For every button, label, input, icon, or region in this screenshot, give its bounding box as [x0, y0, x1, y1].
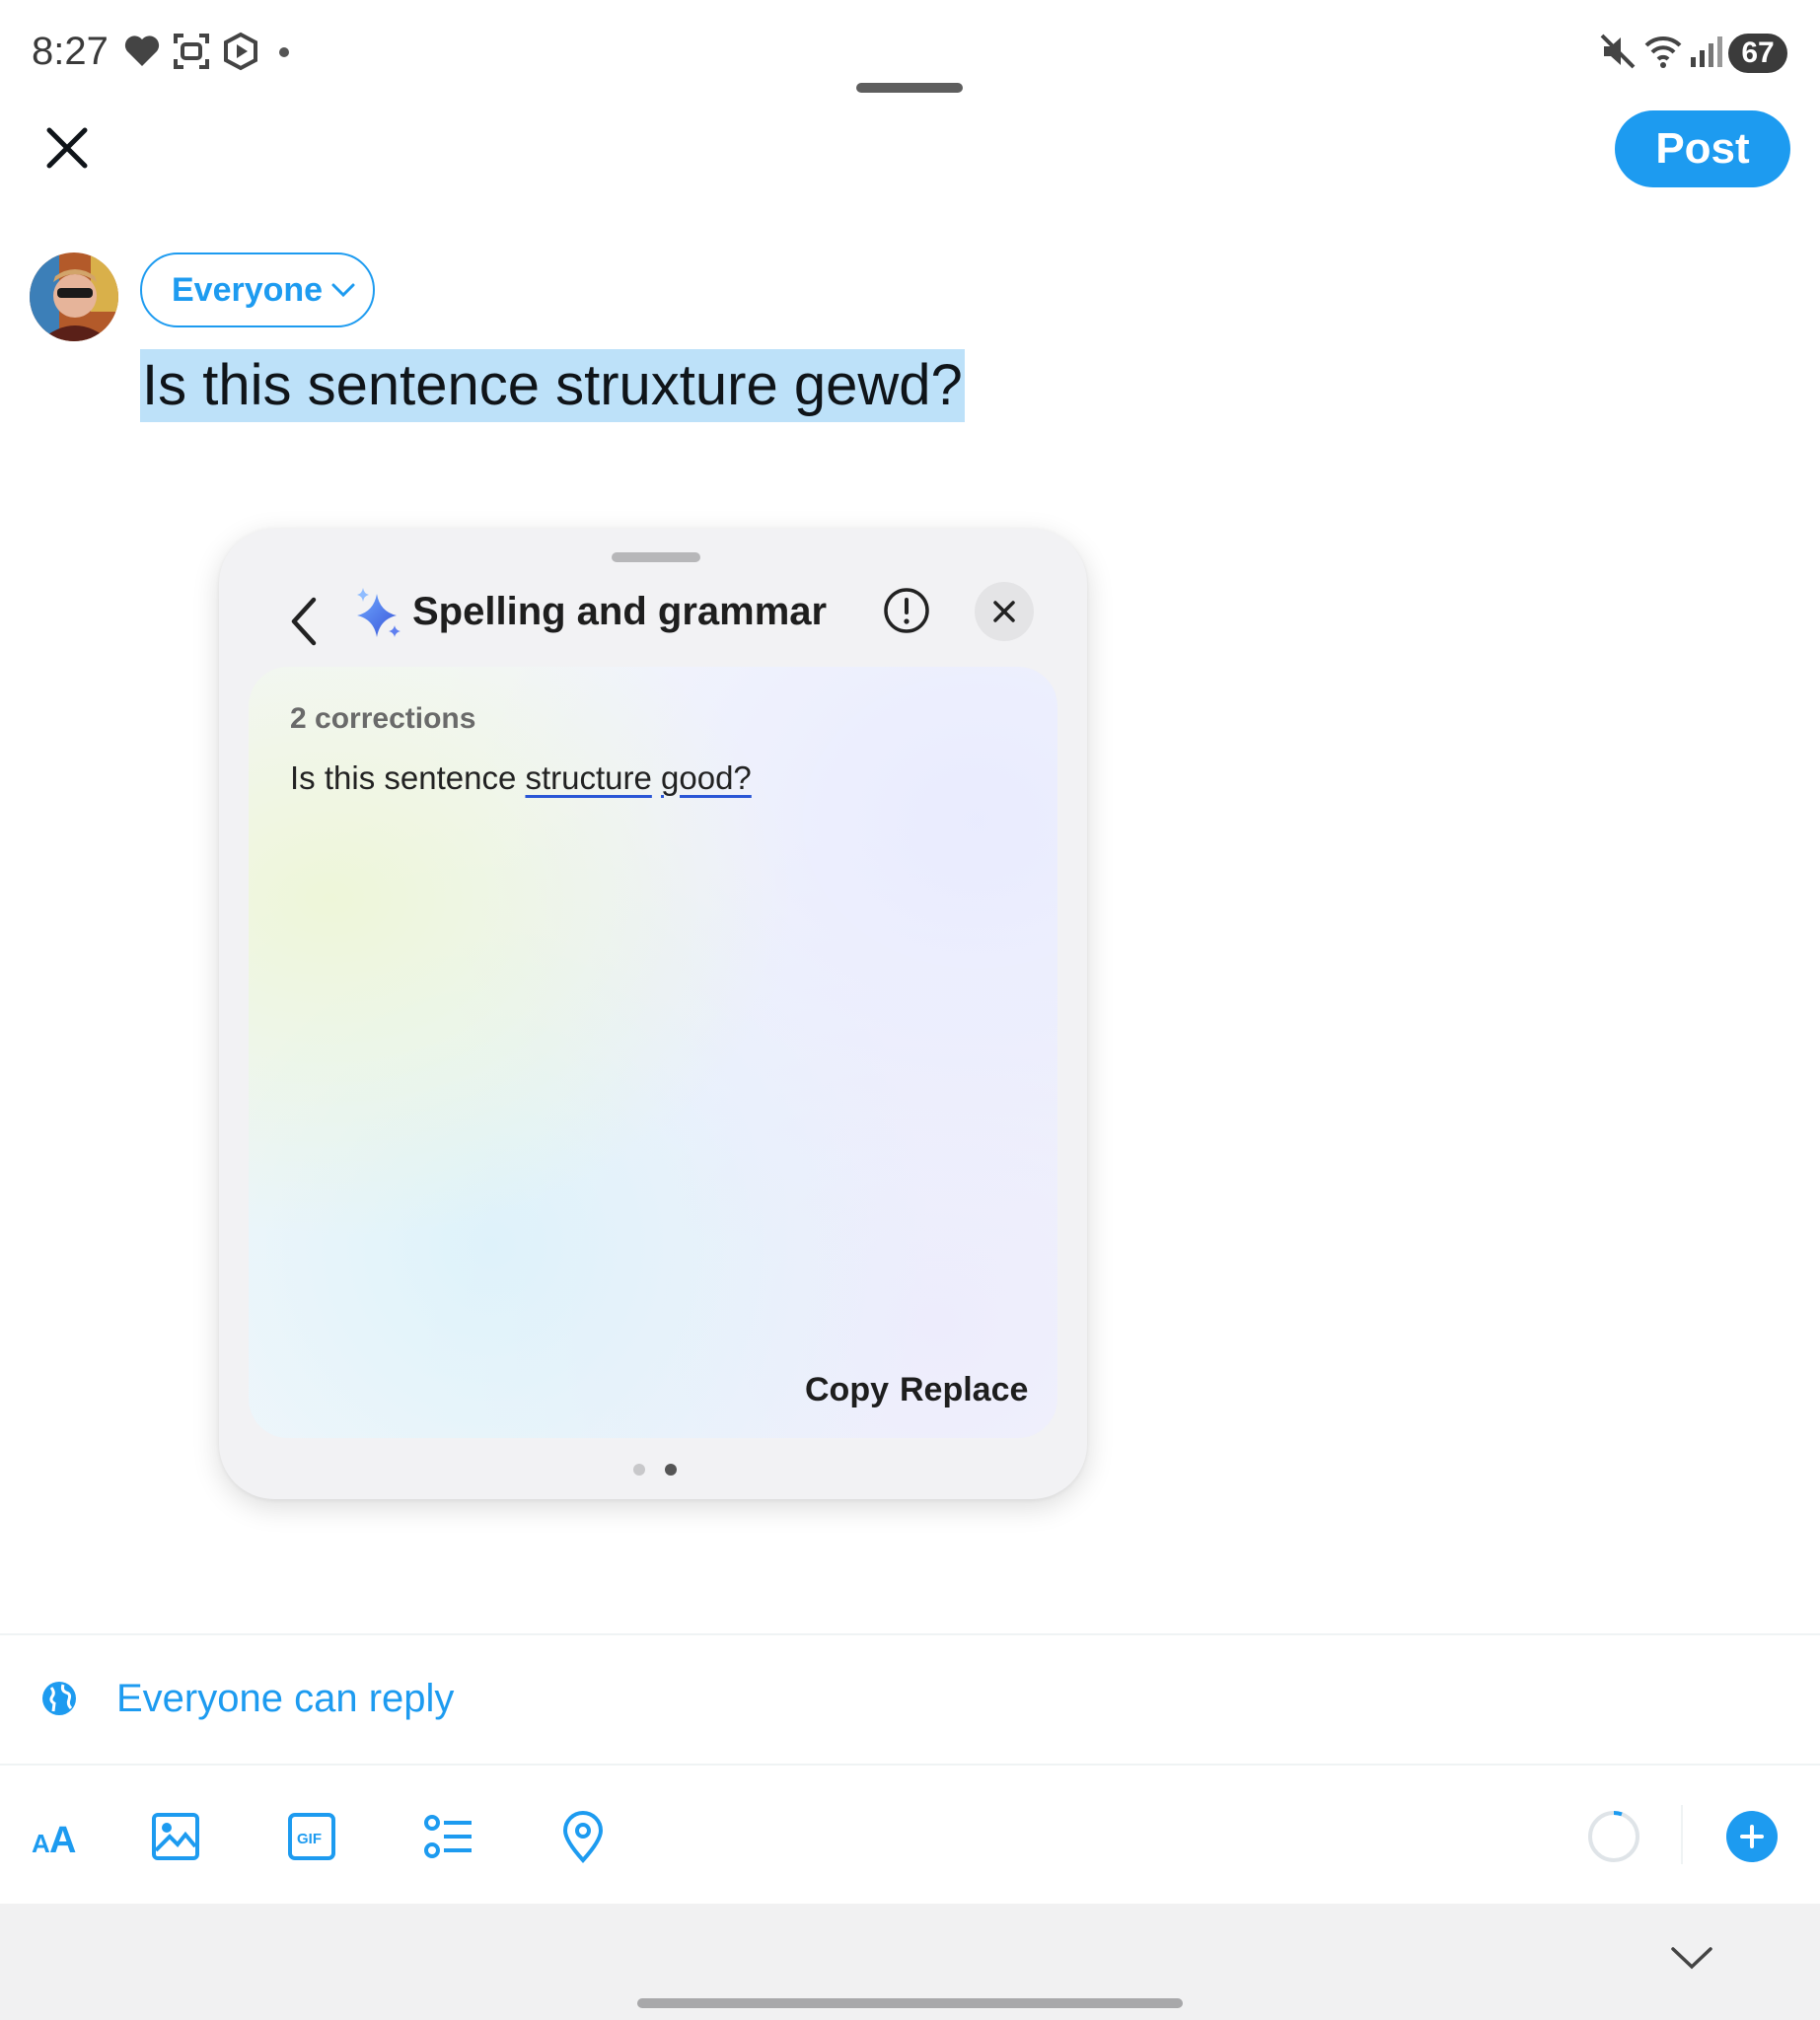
wifi-icon [1644, 36, 1682, 68]
mute-icon [1600, 34, 1636, 69]
report-icon[interactable] [882, 586, 931, 635]
svg-text:A: A [49, 1820, 76, 1861]
signal-icon [1691, 36, 1722, 67]
location-icon[interactable] [555, 1809, 611, 1864]
close-icon[interactable] [39, 120, 95, 176]
sparkle-icon [357, 588, 400, 637]
page-indicator-dot-active[interactable] [665, 1464, 677, 1476]
audience-label: Everyone [172, 270, 324, 309]
screenshot-icon [174, 34, 209, 69]
page-indicator-dot[interactable] [633, 1464, 645, 1476]
popup-drag-handle[interactable] [612, 552, 700, 562]
svg-text:GIF: GIF [297, 1831, 322, 1847]
back-icon[interactable] [282, 592, 326, 651]
sheet-handle[interactable] [856, 83, 963, 93]
notification-dot [279, 47, 289, 57]
post-button[interactable]: Post [1615, 110, 1790, 187]
popup-close-button[interactable] [975, 582, 1034, 641]
toolbar-separator [1681, 1805, 1683, 1864]
reply-setting[interactable]: Everyone can reply [116, 1677, 454, 1721]
battery-icon: 67 [1728, 34, 1787, 73]
status-bar: 8:27 67 [0, 0, 1820, 108]
corrected-text[interactable]: Is this sentence structure good? [290, 759, 752, 797]
corrected-text-space [652, 759, 661, 796]
globe-icon [42, 1682, 76, 1715]
hide-keyboard-icon[interactable] [1669, 1943, 1714, 1973]
correction-word-structure: structure [525, 759, 652, 796]
add-thread-button[interactable] [1726, 1811, 1778, 1862]
corrected-text-prefix: Is this sentence [290, 759, 526, 796]
popup-title: Spelling and grammar [412, 590, 828, 633]
chevron-down-icon [331, 283, 355, 298]
svg-text:A: A [32, 1829, 50, 1858]
spelling-grammar-popup: Spelling and grammar 2 corrections Is th… [219, 529, 1087, 1499]
character-count-ring [1588, 1811, 1639, 1862]
poll-icon[interactable] [420, 1809, 475, 1864]
audience-selector[interactable]: Everyone [140, 252, 375, 327]
heart-icon [124, 36, 160, 66]
image-icon[interactable] [148, 1809, 203, 1864]
corrections-count: 2 corrections [290, 702, 476, 735]
keyboard-area [0, 1904, 1820, 2020]
close-icon [993, 601, 1015, 622]
gif-icon[interactable]: GIF [284, 1809, 339, 1864]
plus-icon [1740, 1825, 1764, 1848]
avatar-image [30, 252, 118, 341]
replace-button[interactable]: Replace [900, 1371, 1028, 1409]
divider [0, 1633, 1820, 1635]
avatar[interactable] [30, 252, 118, 341]
status-time: 8:27 [32, 30, 109, 73]
home-indicator[interactable] [637, 1998, 1183, 2008]
correction-card: 2 corrections Is this sentence structure… [249, 667, 1057, 1438]
divider [0, 1764, 1820, 1766]
correction-word-good: good? [661, 759, 752, 796]
text-format-icon[interactable]: A A [30, 1809, 85, 1864]
copy-button[interactable]: Copy [805, 1371, 889, 1409]
shield-play-icon [224, 32, 257, 71]
compose-text-selected[interactable]: Is this sentence struxture gewd? [140, 349, 965, 422]
